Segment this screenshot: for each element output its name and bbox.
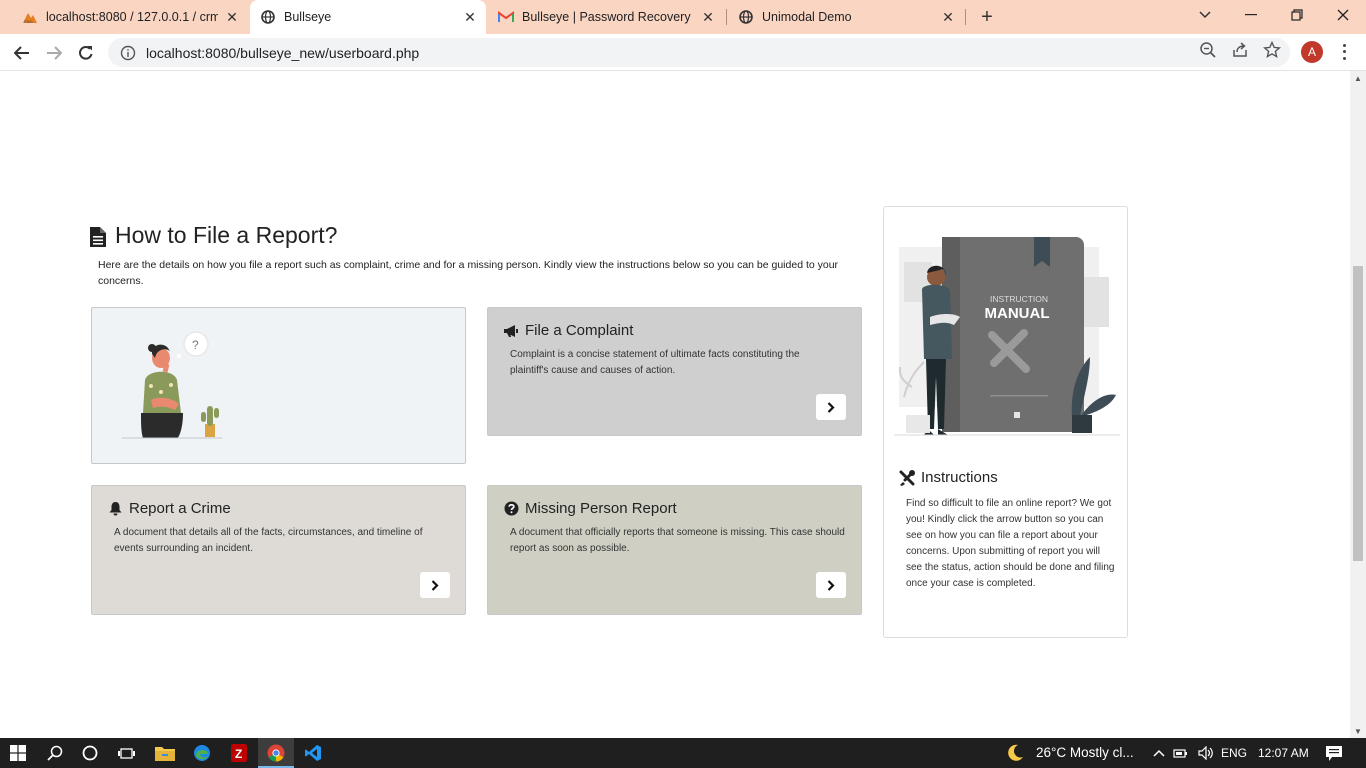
reload-button[interactable] [73, 40, 99, 66]
card-title-text: File a Complaint [525, 322, 634, 339]
intro-text: Here are the details on how you file a r… [98, 259, 839, 287]
notifications-icon[interactable] [1323, 742, 1345, 764]
chrome-icon[interactable] [265, 742, 287, 764]
weather-moon-icon [1004, 742, 1026, 764]
tab-gmail[interactable]: Bullseye | Password Recovery Link ✕ [488, 0, 724, 34]
search-icon[interactable] [44, 742, 66, 764]
task-view-icon[interactable] [115, 742, 137, 764]
instructions-text: Find so difficult to file an online repo… [906, 498, 1115, 589]
language-indicator[interactable]: ENG [1221, 746, 1247, 760]
chevron-right-icon [431, 579, 439, 591]
filezilla-icon[interactable]: Z [228, 742, 250, 764]
site-info-icon[interactable] [120, 45, 136, 61]
tab-separator [965, 9, 966, 25]
page-scrollbar[interactable]: ▲ ▼ [1350, 71, 1366, 738]
thinking-illustration-card: ? [91, 307, 466, 464]
file-complaint-card: File a Complaint Complaint is a concise … [487, 307, 862, 436]
volume-icon[interactable] [1195, 742, 1217, 764]
card-title: Report a Crime [107, 500, 231, 517]
cortana-icon[interactable] [79, 742, 101, 764]
instructions-title: Instructions [899, 469, 998, 486]
thinking-woman-illustration: ? [122, 331, 222, 439]
chevron-right-icon [827, 579, 835, 591]
svg-text:Z: Z [235, 747, 242, 761]
instructions-card: INSTRUCTION MANUAL Instructions Find so … [883, 206, 1128, 638]
crime-arrow-button[interactable] [420, 572, 450, 598]
card-description: A document that details all of the facts… [114, 527, 423, 554]
missing-person-arrow-button[interactable] [816, 572, 846, 598]
phpmyadmin-icon: PMA [22, 9, 38, 25]
tab-title: localhost:8080 / 127.0.0.1 / crms_ [46, 10, 218, 24]
page-content: How to File a Report? Here are the detai… [0, 71, 1350, 738]
instruction-manual-illustration: INSTRUCTION MANUAL [894, 237, 1120, 436]
chevron-right-icon [827, 401, 835, 413]
svg-text:?: ? [192, 338, 199, 352]
url-text[interactable]: localhost:8080/bullseye_new/userboard.ph… [146, 45, 419, 61]
tab-title: Bullseye | Password Recovery Link [522, 10, 694, 24]
close-tab-icon[interactable]: ✕ [700, 9, 716, 25]
tab-title: Bullseye [284, 10, 332, 24]
scrollbar-thumb[interactable] [1353, 266, 1363, 561]
edge-icon[interactable] [191, 742, 213, 764]
vscode-icon[interactable] [302, 742, 324, 764]
file-explorer-icon[interactable] [154, 742, 176, 764]
question-circle-icon [503, 501, 519, 517]
chevron-up-icon[interactable] [1148, 742, 1170, 764]
manual-label-top: INSTRUCTION [990, 294, 1048, 304]
forward-button[interactable] [41, 40, 67, 66]
bookmark-star-icon[interactable] [1262, 40, 1282, 59]
close-tab-icon[interactable]: ✕ [462, 9, 478, 25]
card-description: Complaint is a concise statement of ulti… [510, 349, 800, 376]
report-crime-card: Report a Crime A document that details a… [91, 485, 466, 615]
back-button[interactable] [9, 40, 35, 66]
share-icon[interactable] [1231, 41, 1249, 59]
windows-start-icon[interactable] [7, 742, 29, 764]
tab-separator [726, 9, 727, 25]
scroll-up-arrow-icon[interactable]: ▲ [1350, 71, 1366, 85]
page-title: How to File a Report? [90, 222, 337, 249]
windows-taskbar: Z 26°C Mostly cl... ENG 12:07 AM [0, 738, 1366, 768]
missing-person-card: Missing Person Report A document that of… [487, 485, 862, 615]
instructions-title-text: Instructions [921, 469, 998, 486]
manual-label-bottom: MANUAL [985, 305, 1050, 322]
close-tab-icon[interactable]: ✕ [224, 9, 240, 25]
card-title-text: Report a Crime [129, 500, 231, 517]
tab-unimodal-demo[interactable]: Unimodal Demo ✕ [728, 0, 964, 34]
complaint-arrow-button[interactable] [816, 394, 846, 420]
new-tab-button[interactable]: + [976, 5, 998, 29]
scroll-down-arrow-icon[interactable]: ▼ [1350, 724, 1366, 738]
gmail-icon [498, 9, 514, 25]
browser-toolbar: localhost:8080/bullseye_new/userboard.ph… [0, 34, 1366, 71]
zoom-icon[interactable] [1199, 41, 1217, 59]
tab-bullseye[interactable]: Bullseye ✕ [250, 0, 486, 34]
page-title-text: How to File a Report? [115, 222, 338, 248]
network-icon[interactable] [1170, 742, 1192, 764]
tab-title: Unimodal Demo [762, 10, 852, 24]
browser-menu-icon[interactable] [1336, 42, 1352, 62]
close-window-button[interactable] [1320, 0, 1366, 30]
globe-icon [738, 9, 754, 25]
card-title-text: Missing Person Report [525, 500, 677, 517]
svg-text:PMA: PMA [24, 19, 33, 24]
card-title: Missing Person Report [503, 500, 677, 517]
profile-avatar[interactable]: A [1301, 41, 1323, 63]
address-bar[interactable]: localhost:8080/bullseye_new/userboard.ph… [108, 38, 1290, 67]
tab-phpmyadmin[interactable]: PMA localhost:8080 / 127.0.0.1 / crms_ ✕ [12, 0, 248, 34]
tools-icon [899, 469, 915, 486]
close-tab-icon[interactable]: ✕ [940, 9, 956, 25]
restore-button[interactable] [1274, 0, 1320, 30]
bullhorn-icon [503, 323, 519, 339]
browser-tab-strip: PMA localhost:8080 / 127.0.0.1 / crms_ ✕… [0, 0, 1366, 34]
tab-search-chevron-icon[interactable] [1182, 0, 1228, 30]
document-icon [90, 226, 106, 247]
globe-icon [260, 9, 276, 25]
minimize-button[interactable] [1228, 0, 1274, 30]
clock-time[interactable]: 12:07 AM [1258, 746, 1309, 760]
bell-icon [107, 501, 123, 517]
weather-text[interactable]: 26°C Mostly cl... [1036, 745, 1134, 760]
card-description: A document that officially reports that … [510, 527, 845, 554]
card-title: File a Complaint [503, 322, 633, 339]
